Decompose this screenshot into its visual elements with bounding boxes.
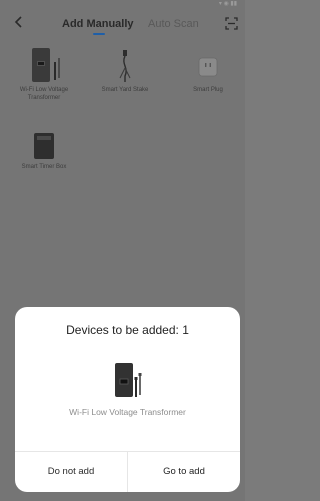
- sheet-device-label: Wi-Fi Low Voltage Transformer: [69, 407, 186, 417]
- device-label: Smart Timer Box: [21, 164, 67, 170]
- status-icons: ▾ ◉ ▮▮: [218, 1, 237, 7]
- top-nav: Add Manually Auto Scan: [0, 12, 245, 38]
- scan-button[interactable]: [225, 17, 238, 30]
- device-smart-yard-stake[interactable]: Smart Yard Stake: [95, 48, 155, 95]
- smart-plug-image: [197, 48, 219, 84]
- device-wifi-transformer[interactable]: Wi-Fi Low Voltage Transformer: [14, 48, 74, 102]
- go-to-add-button[interactable]: Go to add: [128, 452, 240, 492]
- device-label: Smart Plug: [193, 87, 223, 93]
- device-smart-timer-box[interactable]: Smart Timer Box: [14, 131, 74, 172]
- sheet-title: Devices to be added: 1: [66, 323, 189, 337]
- tab-auto-scan[interactable]: Auto Scan: [148, 17, 199, 31]
- yard-stake-image: [115, 48, 135, 84]
- transformer-image: [32, 48, 50, 82]
- device-label: Wi-Fi Low Voltage Transformer: [19, 87, 69, 101]
- device-smart-plug[interactable]: Smart Plug: [178, 48, 238, 95]
- timer-box-image: [32, 131, 56, 161]
- chevron-left-icon: [14, 16, 22, 28]
- do-not-add-button[interactable]: Do not add: [15, 452, 127, 492]
- status-bar: ▾ ◉ ▮▮: [0, 0, 245, 10]
- scan-frame-icon: [225, 17, 238, 30]
- device-label: Smart Yard Stake: [101, 87, 149, 93]
- devices-to-add-sheet: Devices to be added: 1 Wi-Fi Low Voltage…: [15, 307, 240, 492]
- back-button[interactable]: [14, 14, 30, 34]
- active-tab-indicator: [93, 33, 105, 35]
- tab-add-manually[interactable]: Add Manually: [62, 17, 134, 31]
